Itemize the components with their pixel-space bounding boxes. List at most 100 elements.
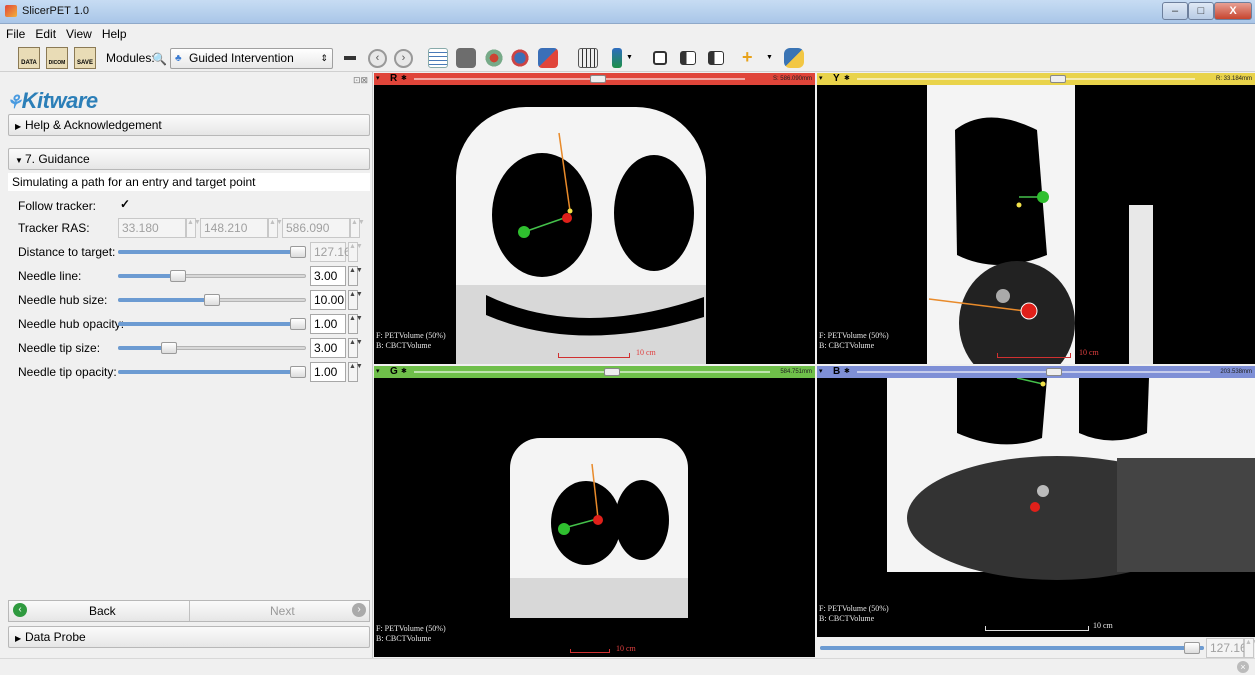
help-section-header[interactable]: ▶ Help & Acknowledgement	[8, 114, 370, 136]
red-slice-slider[interactable]	[414, 78, 745, 80]
data-probe-header[interactable]: ▶ Data Probe	[8, 626, 370, 648]
red-slice-controller[interactable]: ▾ R ✱ S: 586.090mm	[374, 73, 815, 85]
menu-view[interactable]: View	[60, 24, 96, 41]
python-icon[interactable]	[784, 48, 804, 68]
slider-handle[interactable]	[204, 294, 220, 306]
tracker-ras-x[interactable]: 33.180	[118, 218, 186, 238]
yellow-slice-view[interactable]: F: PETVolume (50%) B: CBCTVolume 10 cm	[817, 85, 1255, 364]
slider-handle[interactable]	[290, 366, 306, 378]
tracker-ras-z[interactable]: 586.090	[282, 218, 350, 238]
window-level-icon[interactable]	[653, 51, 667, 65]
control-stepper[interactable]: ▲▼	[348, 290, 363, 310]
crosshair-icon[interactable]: +	[742, 48, 753, 66]
control-stepper[interactable]: ▲▼	[348, 338, 363, 358]
control-stepper[interactable]: ▲▼	[348, 314, 363, 334]
error-log-icon[interactable]: ×	[1237, 661, 1249, 673]
load-data-button[interactable]: DATA	[18, 47, 40, 69]
maximize-button[interactable]: □	[1188, 2, 1214, 20]
link-icon[interactable]: ✱	[401, 73, 407, 85]
models-icon[interactable]	[484, 48, 504, 68]
view-sync-icon[interactable]	[708, 51, 724, 65]
slider-handle[interactable]	[290, 246, 306, 258]
link-icon[interactable]: ✱	[844, 366, 850, 378]
module-history-icon[interactable]	[344, 56, 356, 60]
load-dicom-button[interactable]: DICOM	[46, 47, 68, 69]
blue-slice-view[interactable]: F: PETVolume (50%) B: CBCTVolume 10 cm	[817, 378, 1255, 637]
control-slider[interactable]	[118, 290, 306, 310]
menu-help[interactable]: Help	[96, 24, 131, 41]
blue-slice-slider-handle[interactable]	[1046, 368, 1062, 376]
yellow-slice-slider-handle[interactable]	[1050, 75, 1066, 83]
distance-value-bottom[interactable]: 127.16	[1206, 638, 1247, 658]
pin-icon[interactable]: ▾	[819, 366, 823, 378]
red-slice-view[interactable]: F: PETVolume (50%) B: CBCTVolume 10 cm	[374, 85, 815, 364]
close-button[interactable]: X	[1214, 2, 1252, 20]
volume-cube-icon[interactable]	[456, 48, 476, 68]
control-stepper[interactable]: ▲▼	[348, 362, 363, 382]
menu-file[interactable]: File	[0, 24, 29, 41]
slider-handle[interactable]	[161, 342, 177, 354]
pin-icon[interactable]: ▾	[376, 366, 380, 378]
control-slider[interactable]	[118, 314, 306, 334]
control-slider[interactable]	[118, 338, 306, 358]
next-button[interactable]: Next ›	[190, 601, 370, 621]
control-value[interactable]: 3.00	[310, 338, 346, 358]
distance-slider-bottom[interactable]	[820, 638, 1204, 658]
view-link-icon[interactable]	[680, 51, 696, 65]
module-selector[interactable]: ♣ Guided Intervention PETCT ⇕	[170, 48, 333, 84]
green-slice-view[interactable]: F: PETVolume (50%) B: CBCTVolume 10 cm	[374, 378, 815, 657]
control-slider[interactable]	[118, 242, 306, 262]
distance-value-bottom-stepper[interactable]: ▲▼	[1244, 638, 1255, 658]
control-value[interactable]: 3.00	[310, 266, 346, 286]
forward-arrow-icon[interactable]: ›	[394, 49, 413, 68]
tracker-ras-z-stepper[interactable]: ▲▼	[350, 218, 365, 238]
screenshot-icon[interactable]	[578, 48, 598, 68]
tracker-ras-x-stepper[interactable]: ▲▼	[186, 218, 201, 238]
blue-slice-offset: 203.538mm	[1220, 369, 1252, 375]
red-slice-slider-handle[interactable]	[590, 75, 606, 83]
yellow-slice-slider[interactable]	[857, 78, 1195, 80]
menu-edit[interactable]: Edit	[29, 24, 60, 41]
green-slice-slider[interactable]	[414, 371, 770, 373]
tracker-ras-y[interactable]: 148.210	[200, 218, 268, 238]
slider-handle[interactable]	[170, 270, 186, 282]
minimize-button[interactable]: –	[1162, 2, 1188, 20]
yellow-ruler-label: 10 cm	[1079, 348, 1099, 357]
fiducials-icon[interactable]	[510, 48, 530, 68]
distance-slider-bottom-handle[interactable]	[1184, 642, 1200, 654]
mouse-mode-icon[interactable]	[612, 48, 622, 68]
link-icon[interactable]: ✱	[844, 73, 850, 85]
link-icon[interactable]: ✱	[401, 366, 407, 378]
pin-icon[interactable]: ▾	[376, 73, 380, 85]
green-slice-controller[interactable]: ▾ G ✱ 584.751mm	[374, 366, 815, 378]
tracker-ras-y-stepper[interactable]: ▲▼	[268, 218, 283, 238]
control-value[interactable]: 10.00	[310, 290, 346, 310]
save-button[interactable]: SAVE	[74, 47, 96, 69]
yellow-foreground-label: F: PETVolume (50%)	[819, 331, 889, 340]
control-value[interactable]: 1.00	[310, 314, 346, 334]
blue-slice-controller[interactable]: ▾ B ✱ 203.538mm	[817, 366, 1255, 378]
control-stepper[interactable]: ▲▼	[348, 266, 363, 286]
control-slider[interactable]	[118, 362, 306, 382]
control-slider[interactable]	[118, 266, 306, 286]
back-button[interactable]: ‹ Back	[9, 601, 190, 621]
control-value[interactable]: 1.00	[310, 362, 346, 382]
needle-tip	[1040, 381, 1046, 387]
panel-float-close-icons[interactable]: ⊡⊠	[353, 75, 368, 86]
green-slice-slider-handle[interactable]	[604, 368, 620, 376]
slider-fill	[118, 346, 165, 350]
pin-icon[interactable]: ▾	[819, 73, 823, 85]
layout-icon[interactable]	[428, 48, 448, 68]
module-search-icon[interactable]: 🔍	[152, 52, 167, 66]
slider-handle[interactable]	[290, 318, 306, 330]
editor-puzzle-icon[interactable]	[538, 48, 558, 68]
control-stepper[interactable]: ▲▼	[348, 242, 363, 262]
chevron-down-icon[interactable]: ▼	[626, 54, 633, 61]
blue-slice-slider[interactable]	[857, 371, 1210, 373]
back-arrow-icon[interactable]: ‹	[368, 49, 387, 68]
chevron-down-icon[interactable]: ▼	[766, 54, 773, 61]
follow-tracker-checkbox[interactable]: ✓	[120, 197, 132, 211]
control-value[interactable]: 127.16	[310, 242, 351, 262]
guidance-section-header[interactable]: ▼ 7. Guidance	[8, 148, 370, 170]
yellow-slice-controller[interactable]: ▾ Y ✱ R: 33.184mm	[817, 73, 1255, 85]
